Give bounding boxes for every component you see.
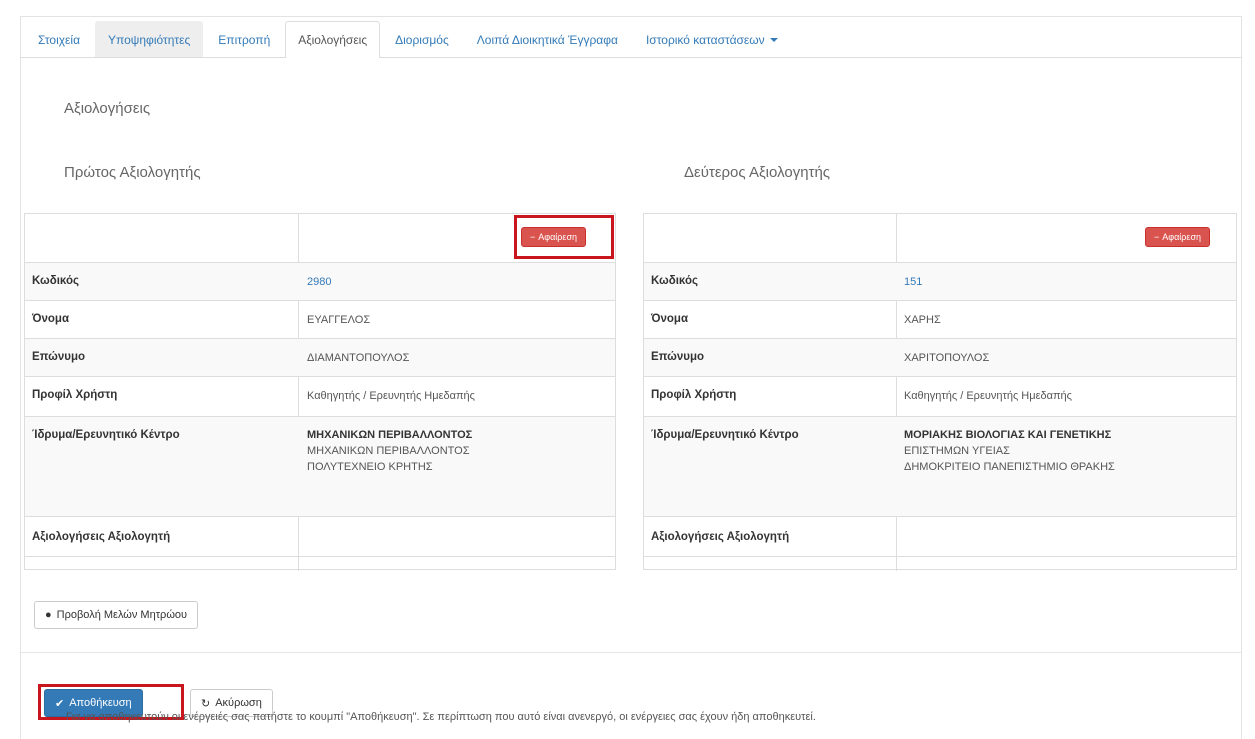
institution-value: ΜΟΡΙΑΚΗΣ ΒΙΟΛΟΓΙΑΣ ΚΑΙ ΓΕΝΕΤΙΚΗΣ ΕΠΙΣΤΗΜ…: [904, 427, 1115, 475]
profile-label: Προφίλ Χρήστη: [32, 389, 118, 401]
institution-name: ΔΗΜΟΚΡΙΤΕΙΟ ΠΑΝΕΠΙΣΤΗΜΙΟ ΘΡΑΚΗΣ: [904, 461, 1115, 473]
table-row: Ίδρυμα/Ερευνητικό Κέντρο ΜΗΧΑΝΙΚΩΝ ΠΕΡΙΒ…: [25, 416, 615, 516]
divider: [20, 652, 1242, 653]
institution-school: ΜΗΧΑΝΙΚΩΝ ΠΕΡΙΒΑΛΛΟΝΤΟΣ: [307, 445, 470, 457]
last-name-label: Επώνυμο: [32, 351, 86, 363]
institution-label: Ίδρυμα/Ερευνητικό Κέντρο: [651, 429, 799, 441]
undo-icon: ↻: [201, 697, 211, 710]
code-label: Κωδικός: [651, 275, 698, 287]
profile-label: Προφίλ Χρήστη: [651, 389, 737, 401]
second-evaluator-panel: Κωδικός 151 Όνομα ΧΑΡΗΣ Επώνυμο ΧΑΡΙΤΟΠΟ…: [643, 213, 1237, 571]
tab-admin-documents[interactable]: Λοιπά Διοικητικά Έγγραφα: [464, 21, 631, 57]
table-row: Προφίλ Χρήστη Καθηγητής / Ερευνητής Ημεδ…: [25, 376, 615, 416]
tab-details[interactable]: Στοιχεία: [25, 21, 93, 57]
last-name-value: ΔΙΑΜΑΝΤΟΠΟΥΛΟΣ: [307, 352, 410, 364]
code-label: Κωδικός: [32, 275, 79, 287]
tab-status-history[interactable]: Ιστορικό καταστάσεων: [633, 21, 791, 57]
profile-value: Καθηγητής / Ερευνητής Ημεδαπής: [904, 390, 1072, 402]
first-name-label: Όνομα: [32, 313, 70, 325]
first-evaluator-heading: Πρώτος Αξιολογητής: [64, 164, 201, 181]
institution-department: ΜΗΧΑΝΙΚΩΝ ΠΕΡΙΒΑΛΛΟΝΤΟΣ: [307, 429, 473, 441]
tab-committee[interactable]: Επιτροπή: [205, 21, 283, 57]
table-row: Κωδικός 2980: [25, 262, 615, 300]
evaluator-code-link[interactable]: 2980: [307, 274, 331, 290]
tab-appointment[interactable]: Διορισμός: [382, 21, 462, 57]
table-row: Επώνυμο ΔΙΑΜΑΝΤΟΠΟΥΛΟΣ: [25, 338, 615, 376]
table-row: Αξιολογήσεις Αξιολογητή: [644, 516, 1236, 556]
minus-icon: −: [1154, 232, 1160, 242]
tab-candidacies[interactable]: Υποψηφιότητες: [95, 21, 204, 57]
last-name-label: Επώνυμο: [651, 351, 705, 363]
table-row: Αξιολογήσεις Αξιολογητή: [25, 516, 615, 556]
evaluator-code-link[interactable]: 151: [904, 274, 922, 290]
evaluations-label: Αξιολογήσεις Αξιολογητή: [32, 531, 171, 543]
remove-second-evaluator-button[interactable]: − Αφαίρεση: [1145, 227, 1210, 247]
tab-status-history-label: Ιστορικό καταστάσεων: [645, 32, 765, 47]
table-row: Επώνυμο ΧΑΡΙΤΟΠΟΥΛΟΣ: [644, 338, 1236, 376]
save-help-text: Για να αποθηκευτούν οι ενέργειές σας πατ…: [66, 711, 816, 723]
chevron-down-icon: [769, 37, 778, 42]
view-registry-members-button[interactable]: ● Προβολή Μελών Μητρώου: [34, 601, 199, 629]
first-name-label: Όνομα: [651, 313, 689, 325]
profile-value: Καθηγητής / Ερευνητής Ημεδαπής: [307, 390, 475, 402]
tab-bar: Στοιχεία Υποψηφιότητες Επιτροπή Αξιολογή…: [20, 18, 1242, 58]
evaluations-label: Αξιολογήσεις Αξιολογητή: [651, 531, 790, 543]
institution-name: ΠΟΛΥΤΕΧΝΕΙΟ ΚΡΗΤΗΣ: [307, 461, 433, 473]
first-evaluator-panel: Κωδικός 2980 Όνομα ΕΥΑΓΓΕΛΟΣ Επώνυμο ΔΙΑ…: [24, 213, 616, 571]
highlight-box: [514, 215, 614, 259]
cancel-button-label: Ακύρωση: [215, 697, 262, 709]
table-row: Όνομα ΕΥΑΓΓΕΛΟΣ: [25, 300, 615, 338]
table-row: Κωδικός 151: [644, 262, 1236, 300]
institution-label: Ίδρυμα/Ερευνητικό Κέντρο: [32, 429, 180, 441]
second-evaluator-heading: Δεύτερος Αξιολογητής: [684, 164, 831, 181]
table-row: Όνομα ΧΑΡΗΣ: [644, 300, 1236, 338]
first-name-value: ΕΥΑΓΓΕΛΟΣ: [307, 314, 371, 326]
last-name-value: ΧΑΡΙΤΟΠΟΥΛΟΣ: [904, 352, 990, 364]
institution-school: ΕΠΙΣΤΗΜΩΝ ΥΓΕΙΑΣ: [904, 445, 1010, 457]
table-row: Προφίλ Χρήστη Καθηγητής / Ερευνητής Ημεδ…: [644, 376, 1236, 416]
institution-department: ΜΟΡΙΑΚΗΣ ΒΙΟΛΟΓΙΑΣ ΚΑΙ ΓΕΝΕΤΙΚΗΣ: [904, 429, 1112, 441]
institution-value: ΜΗΧΑΝΙΚΩΝ ΠΕΡΙΒΑΛΛΟΝΤΟΣ ΜΗΧΑΝΙΚΩΝ ΠΕΡΙΒΑ…: [307, 427, 472, 475]
first-name-value: ΧΑΡΗΣ: [904, 314, 941, 326]
remove-button-label: Αφαίρεση: [1162, 232, 1201, 242]
tab-evaluations[interactable]: Αξιολογήσεις: [285, 21, 381, 58]
view-registry-members-label: Προβολή Μελών Μητρώου: [56, 609, 188, 621]
eye-icon: ●: [45, 609, 52, 621]
table-row: Ίδρυμα/Ερευνητικό Κέντρο ΜΟΡΙΑΚΗΣ ΒΙΟΛΟΓ…: [644, 416, 1236, 516]
section-title: Αξιολογήσεις: [64, 100, 151, 117]
